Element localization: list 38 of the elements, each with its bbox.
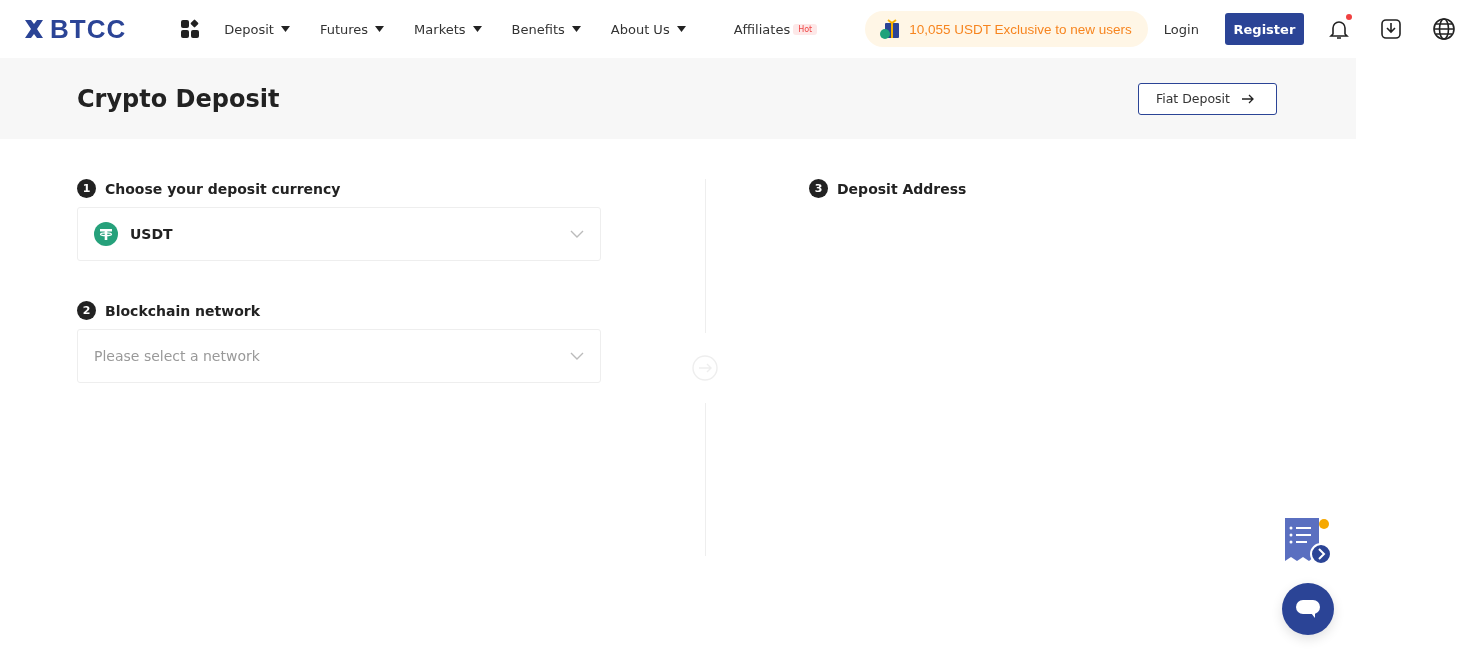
chat-bubble-icon <box>1295 599 1321 619</box>
select-placeholder: Please select a network <box>94 348 260 364</box>
nav-menu[interactable]: Markets <box>414 21 482 37</box>
fiat-deposit-button[interactable]: Fiat Deposit <box>1137 82 1277 115</box>
caret-icon <box>571 26 581 32</box>
chat-button[interactable] <box>1282 583 1334 635</box>
logo-text[interactable]: BTCC <box>50 13 127 45</box>
nav-menu[interactable]: About Us <box>610 21 686 37</box>
step-label: Choose your deposit currency <box>105 180 341 197</box>
nav-menu[interactable]: Deposit <box>224 21 290 37</box>
globe-icon[interactable] <box>1431 17 1456 41</box>
chevron-down-icon <box>570 352 584 360</box>
step-label: Deposit Address <box>837 180 967 197</box>
step-label: Blockchain network <box>105 302 260 319</box>
coin-icon <box>94 222 118 246</box>
chevron-down-icon <box>570 230 584 238</box>
caret-icon <box>676 26 686 32</box>
hot-badge: Hot <box>793 23 818 35</box>
register-button[interactable]: Register <box>1224 13 1304 45</box>
promo-text: 10,055 USDT Exclusive to new users <box>909 21 1132 37</box>
dropdown-select[interactable]: USDT <box>77 207 601 261</box>
apps-icon[interactable] <box>180 19 201 39</box>
nav-menu[interactable]: Futures <box>319 21 385 37</box>
arrow-right-icon <box>1242 93 1254 104</box>
login-link[interactable]: Login <box>1163 21 1199 37</box>
caret-icon <box>375 26 385 32</box>
nav-link[interactable]: Affiliates <box>733 21 791 37</box>
step-number: 1 <box>77 179 96 198</box>
step-number: 3 <box>809 179 828 198</box>
nav-menu[interactable]: Benefits <box>511 21 581 37</box>
selected-value: USDT <box>130 226 173 242</box>
page-title: Crypto Deposit <box>77 84 280 113</box>
logo-icon <box>22 17 46 41</box>
caret-icon <box>472 26 482 32</box>
caret-icon <box>280 26 290 32</box>
download-icon[interactable] <box>1379 18 1402 40</box>
step-number: 2 <box>77 301 96 320</box>
gift-icon <box>879 18 902 40</box>
